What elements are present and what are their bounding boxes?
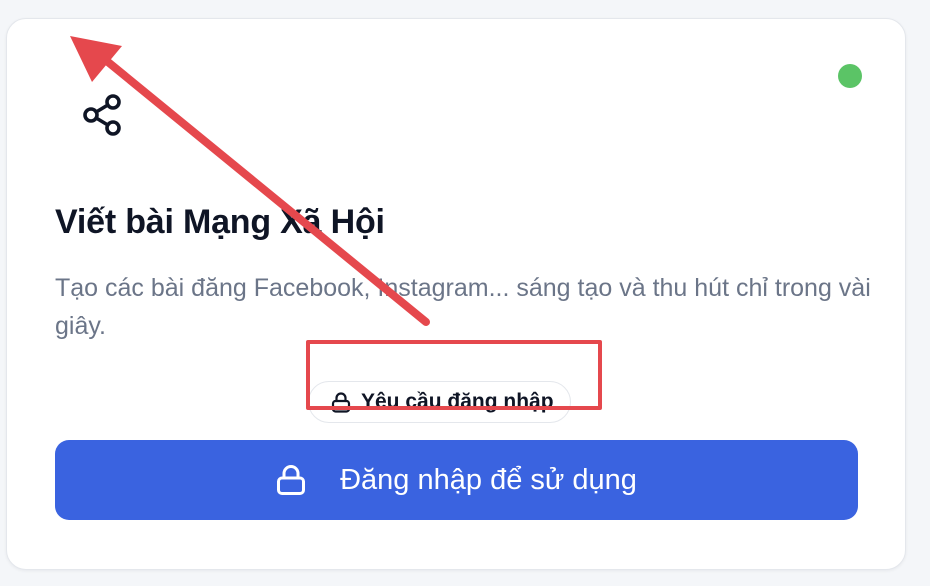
status-indicator	[838, 64, 862, 88]
tool-card[interactable]: Viết bài Mạng Xã Hội Tạo các bài đăng Fa…	[6, 18, 906, 570]
card-description: Tạo các bài đăng Facebook, Instagram... …	[55, 274, 871, 340]
login-button-label: Đăng nhập để sử dụng	[340, 463, 637, 496]
annotation-highlight-box	[306, 340, 602, 410]
lock-icon	[277, 465, 306, 495]
card-title: Viết bài Mạng Xã Hội	[55, 203, 385, 241]
share-icon	[83, 94, 121, 136]
login-button[interactable]: Đăng nhập để sử dụng	[55, 440, 858, 520]
